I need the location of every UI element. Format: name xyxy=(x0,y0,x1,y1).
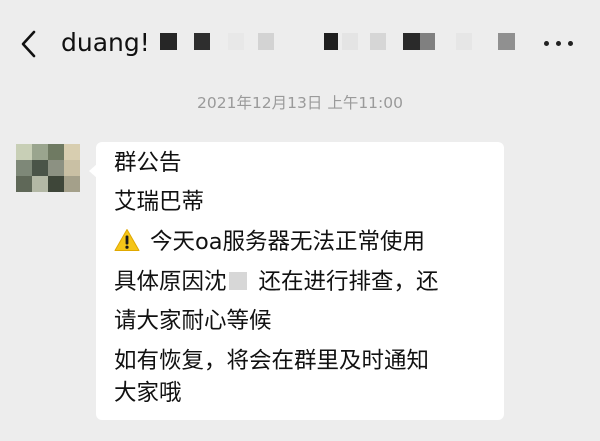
redacted-title-block xyxy=(370,33,386,50)
redacted-title-block xyxy=(498,33,515,50)
warning-icon xyxy=(114,228,140,252)
redacted-title-block xyxy=(258,33,274,50)
redacted-title-block xyxy=(228,33,244,50)
avatar-tile xyxy=(16,176,32,192)
more-options-button[interactable] xyxy=(538,34,578,54)
message-bubble[interactable]: 群公告 艾瑞巴蒂 今天oa服务器无法正常使用 具体原因沈 还在进行排查，还 请大家… xyxy=(89,142,504,420)
avatar-tile xyxy=(16,160,32,176)
message-line: 艾瑞巴蒂 xyxy=(114,189,205,215)
chat-header: duang! xyxy=(0,0,600,88)
avatar-tile xyxy=(32,144,48,160)
avatar-tile xyxy=(16,144,32,160)
redacted-title-block xyxy=(160,33,177,50)
avatar-tile xyxy=(64,160,80,176)
redacted-title-block xyxy=(456,33,472,50)
message-timestamp: 2021年12月13日 上午11:00 xyxy=(197,94,403,112)
redacted-title-block xyxy=(342,33,358,50)
message-line-with-warning: 今天oa服务器无法正常使用 xyxy=(114,226,425,258)
message-text: 具体原因沈 xyxy=(114,269,227,295)
chat-title: duang! xyxy=(61,28,150,57)
message-line: 请大家耐心等候 xyxy=(114,308,272,334)
chevron-left-icon xyxy=(21,30,36,58)
bubble-tail xyxy=(89,164,97,178)
avatar-tile xyxy=(64,176,80,192)
avatar-tile xyxy=(32,160,48,176)
message-line: 大家哦 xyxy=(114,380,182,406)
redacted-title-block xyxy=(194,33,210,50)
sender-avatar[interactable] xyxy=(16,144,80,192)
message-text: 今天oa服务器无法正常使用 xyxy=(150,229,426,255)
message-line: 如有恢复，将会在群里及时通知 xyxy=(114,348,430,374)
redacted-character xyxy=(228,272,247,290)
more-dot-icon xyxy=(568,41,573,46)
message-line: 群公告 xyxy=(114,150,182,176)
avatar-tile xyxy=(48,160,64,176)
avatar-tile xyxy=(64,144,80,160)
avatar-tile xyxy=(32,176,48,192)
more-dot-icon xyxy=(544,41,549,46)
avatar-tile xyxy=(48,144,64,160)
message-line-with-redaction: 具体原因沈 还在进行排查，还 xyxy=(114,266,439,298)
message-text: 还在进行排查，还 xyxy=(258,269,439,295)
redacted-title-block xyxy=(420,33,435,50)
more-dot-icon xyxy=(556,41,561,46)
redacted-title-block xyxy=(403,33,420,50)
avatar-tile xyxy=(48,176,64,192)
back-button[interactable] xyxy=(16,27,44,61)
redacted-title-block xyxy=(324,33,338,50)
